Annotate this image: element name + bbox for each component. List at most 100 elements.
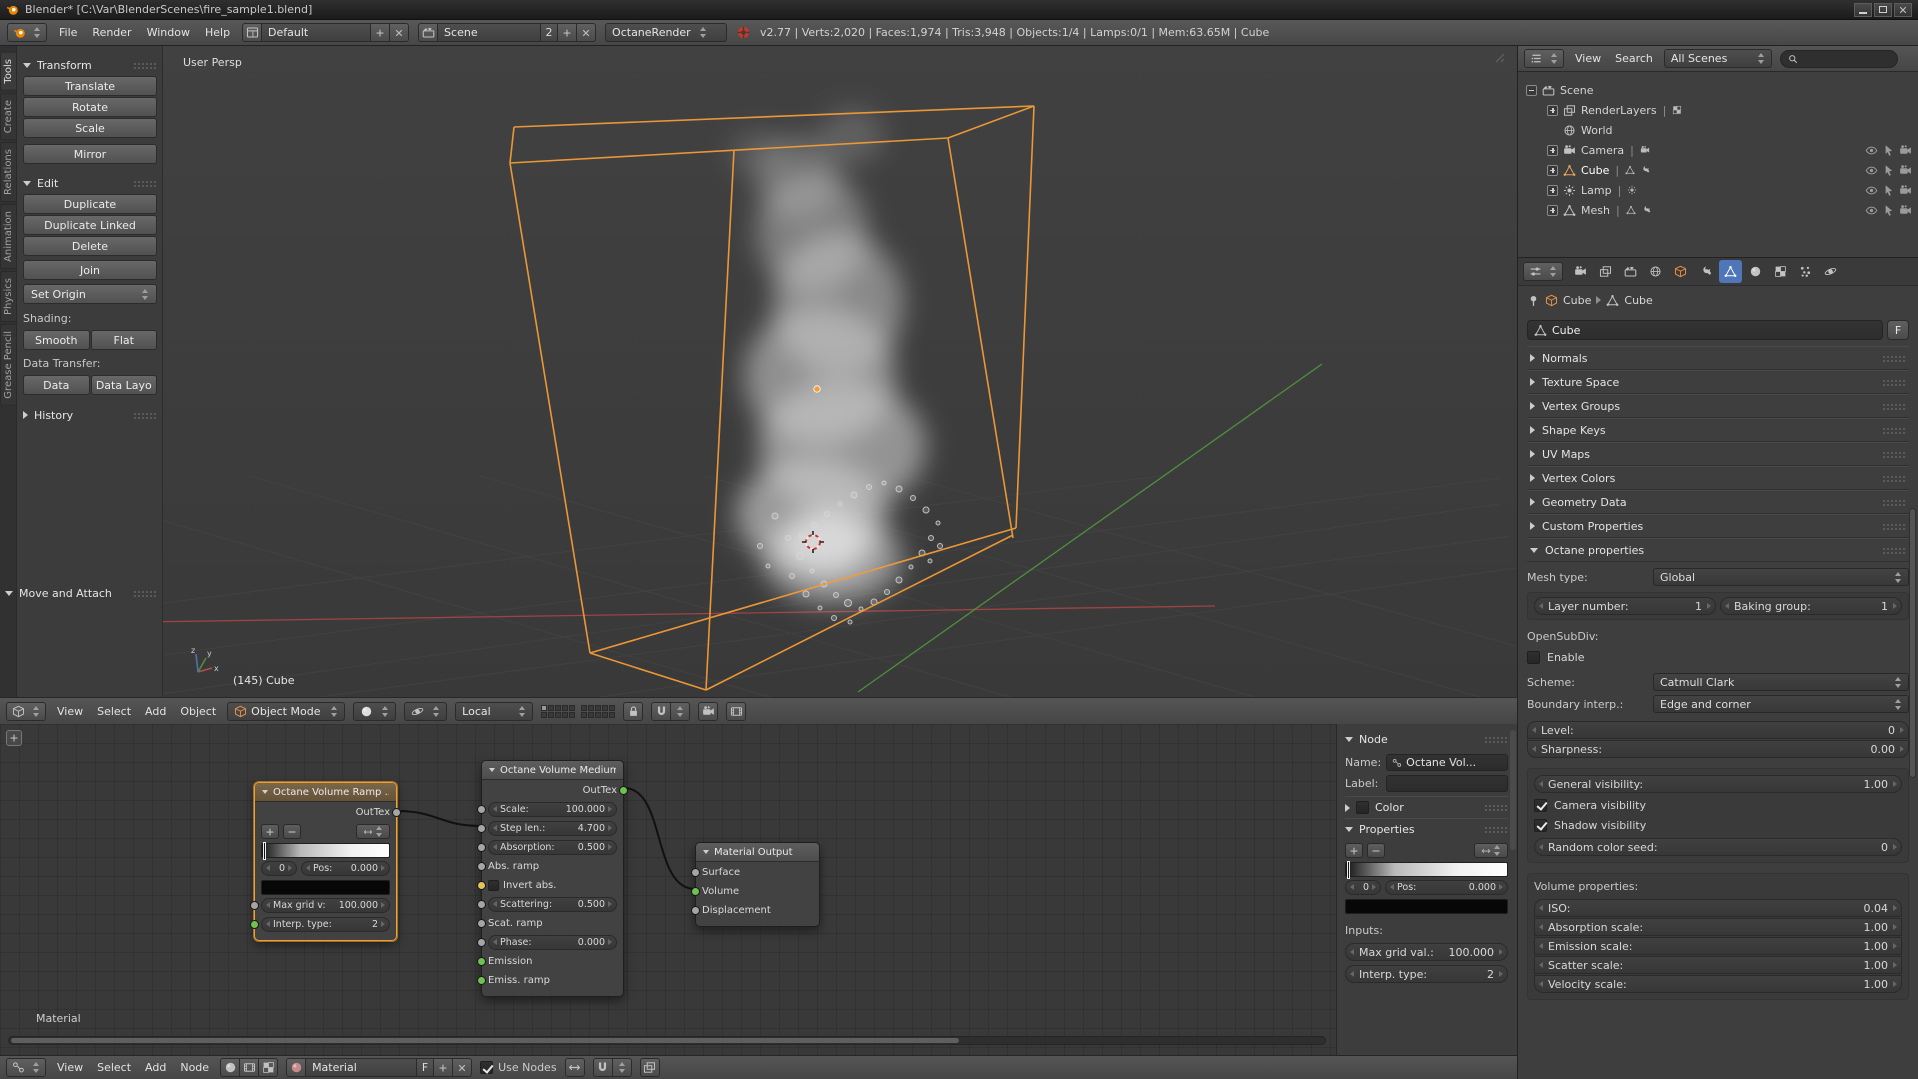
menu-file[interactable]: File <box>56 26 80 39</box>
mesh-type-dropdown[interactable]: Global <box>1653 568 1909 586</box>
ramp-stop-marker[interactable] <box>263 842 266 860</box>
absorption-scale-field[interactable]: Absorption scale: 1.00 <box>1534 918 1902 936</box>
editor-type-button-node[interactable] <box>6 1058 46 1077</box>
panel-uv-maps[interactable]: UV Maps <box>1527 442 1909 466</box>
scene-users-button[interactable]: 2 <box>540 23 559 42</box>
tab-render-layers[interactable] <box>1594 260 1617 283</box>
expand-toggle[interactable] <box>1547 104 1558 116</box>
use-nodes-toggle[interactable]: Use Nodes <box>480 1061 557 1074</box>
add-material-button[interactable] <box>433 1058 454 1077</box>
mesh-name-field[interactable]: Cube <box>1527 320 1883 340</box>
node-octane-volume-ramp[interactable]: Octane Volume Ramp ... OutTex 0 Pos: 0.00… <box>250 782 401 941</box>
medium-scattering-field[interactable]: Scattering: 0.500 <box>488 897 617 912</box>
render-toggle-icon[interactable] <box>1899 144 1912 157</box>
fake-user-button[interactable]: F <box>1887 320 1909 340</box>
layer-number-field[interactable]: Layer number: 1 <box>1534 597 1716 615</box>
sidebar-max-grid-field[interactable]: Max grid val.: 100.000 <box>1345 943 1508 961</box>
tab-animation[interactable]: Animation <box>0 203 16 269</box>
smooth-button[interactable]: Smooth <box>23 330 90 350</box>
level-field[interactable]: Level: 0 <box>1527 721 1909 739</box>
ramp-max-grid-socket[interactable] <box>250 901 259 910</box>
lock-to-scene-button[interactable] <box>623 701 644 721</box>
selectability-cursor-icon[interactable] <box>1882 164 1895 177</box>
rotate-button[interactable]: Rotate <box>23 97 157 117</box>
screen-layout-browse-button[interactable] <box>242 23 263 42</box>
region-corner-widget[interactable] <box>1495 53 1505 63</box>
opengl-render-image-button[interactable] <box>698 701 719 721</box>
close-button[interactable] <box>1894 2 1912 17</box>
expand-toggle[interactable] <box>1547 184 1558 196</box>
tab-physics[interactable] <box>1819 260 1842 283</box>
collapse-triangle-icon[interactable] <box>262 790 268 794</box>
region-expand-button[interactable] <box>6 730 22 746</box>
node-snap-toggle-button[interactable] <box>592 1058 613 1077</box>
texture-tree-button[interactable] <box>258 1058 279 1077</box>
color-checkbox[interactable] <box>1356 801 1369 814</box>
visibility-eye-icon[interactable] <box>1865 164 1878 177</box>
medium-phase-socket[interactable] <box>477 938 486 947</box>
duplicate-linked-button[interactable]: Duplicate Linked <box>23 215 157 235</box>
medium-absorption-field[interactable]: Absorption: 0.500 <box>488 840 617 855</box>
panel-history[interactable]: History <box>23 404 157 426</box>
minimize-button[interactable] <box>1854 2 1872 17</box>
join-button[interactable]: Join <box>23 260 157 280</box>
outliner-row-lamp[interactable]: Lamp | <box>1526 180 1914 200</box>
copy-nodes-button[interactable] <box>639 1058 660 1077</box>
iso-field[interactable]: ISO: 0.04 <box>1534 899 1902 917</box>
delete-button[interactable]: Delete <box>23 236 157 256</box>
tab-particles[interactable] <box>1794 260 1817 283</box>
ramp-color-swatch[interactable] <box>261 880 390 895</box>
expand-toggle[interactable] <box>1547 164 1558 176</box>
panel-geometry-data[interactable]: Geometry Data <box>1527 490 1909 514</box>
tab-relations[interactable]: Relations <box>0 141 16 202</box>
editor-type-button-properties[interactable] <box>1523 262 1563 281</box>
outliner-filter-dropdown[interactable]: All Scenes <box>1663 49 1772 68</box>
tab-object-data[interactable] <box>1719 260 1742 283</box>
outliner-search-field[interactable] <box>1779 49 1898 68</box>
sidebar-ramp-position-field[interactable]: Pos: 0.000 <box>1385 880 1508 895</box>
menu-node[interactable]: Node <box>177 1061 212 1074</box>
tab-grease-pencil[interactable]: Grease Pencil <box>0 323 16 406</box>
pivot-dropdown[interactable] <box>404 701 448 721</box>
output-volume-socket[interactable] <box>691 887 700 896</box>
sidebar-ramp-add-button[interactable] <box>1345 843 1363 858</box>
properties-scrollbar[interactable] <box>1909 508 1916 778</box>
menu-select-3d[interactable]: Select <box>94 705 134 718</box>
editor-type-button-info[interactable] <box>7 23 47 42</box>
selectability-cursor-icon[interactable] <box>1882 184 1895 197</box>
panel-node[interactable]: Node <box>1345 728 1508 750</box>
duplicate-button[interactable]: Duplicate <box>23 194 157 214</box>
invert-abs-checkbox[interactable] <box>488 880 499 891</box>
emission-scale-field[interactable]: Emission scale: 1.00 <box>1534 937 1902 955</box>
render-toggle-icon[interactable] <box>1899 204 1912 217</box>
menu-help[interactable]: Help <box>202 26 233 39</box>
menu-window[interactable]: Window <box>144 26 193 39</box>
panel-texture-space[interactable]: Texture Space <box>1527 370 1909 394</box>
layer-selector[interactable] <box>541 704 616 718</box>
scatter-scale-field[interactable]: Scatter scale: 1.00 <box>1534 956 1902 974</box>
camera-visibility-checkbox[interactable] <box>1534 798 1547 812</box>
medium-absorption-socket[interactable] <box>477 843 486 852</box>
ramp-stop-marker[interactable] <box>1347 861 1350 879</box>
sidebar-ramp-index-field[interactable]: 0 <box>1345 880 1381 895</box>
ramp-flip-dropdown[interactable] <box>356 824 390 839</box>
scene-browse-button[interactable] <box>418 23 439 42</box>
node-name-field[interactable]: Octane Vol... <box>1386 754 1508 771</box>
ramp-stop-index-field[interactable]: 0 <box>261 861 297 876</box>
panel-properties[interactable]: Properties <box>1345 818 1508 840</box>
material-name-field[interactable]: Material <box>305 1058 418 1077</box>
collapse-toggle[interactable] <box>1526 84 1537 96</box>
visibility-eye-icon[interactable] <box>1865 204 1878 217</box>
medium-outtex-socket[interactable] <box>619 786 628 795</box>
data-button[interactable]: Data <box>23 375 90 395</box>
view-fit-button[interactable] <box>564 1058 585 1077</box>
node-octane-volume-medium[interactable]: Octane Volume Medium OutTex Scale: 100.00… <box>477 760 628 997</box>
mirror-button[interactable]: Mirror <box>23 144 157 164</box>
enable-checkbox[interactable] <box>1527 650 1540 664</box>
panel-vertex-colors[interactable]: Vertex Colors <box>1527 466 1909 490</box>
editor-type-button-outliner[interactable] <box>1524 49 1564 68</box>
editor-type-button-3d[interactable] <box>6 701 46 721</box>
delete-layout-button[interactable] <box>389 23 410 42</box>
sharpness-field[interactable]: Sharpness: 0.00 <box>1527 740 1909 758</box>
add-scene-button[interactable] <box>557 23 578 42</box>
